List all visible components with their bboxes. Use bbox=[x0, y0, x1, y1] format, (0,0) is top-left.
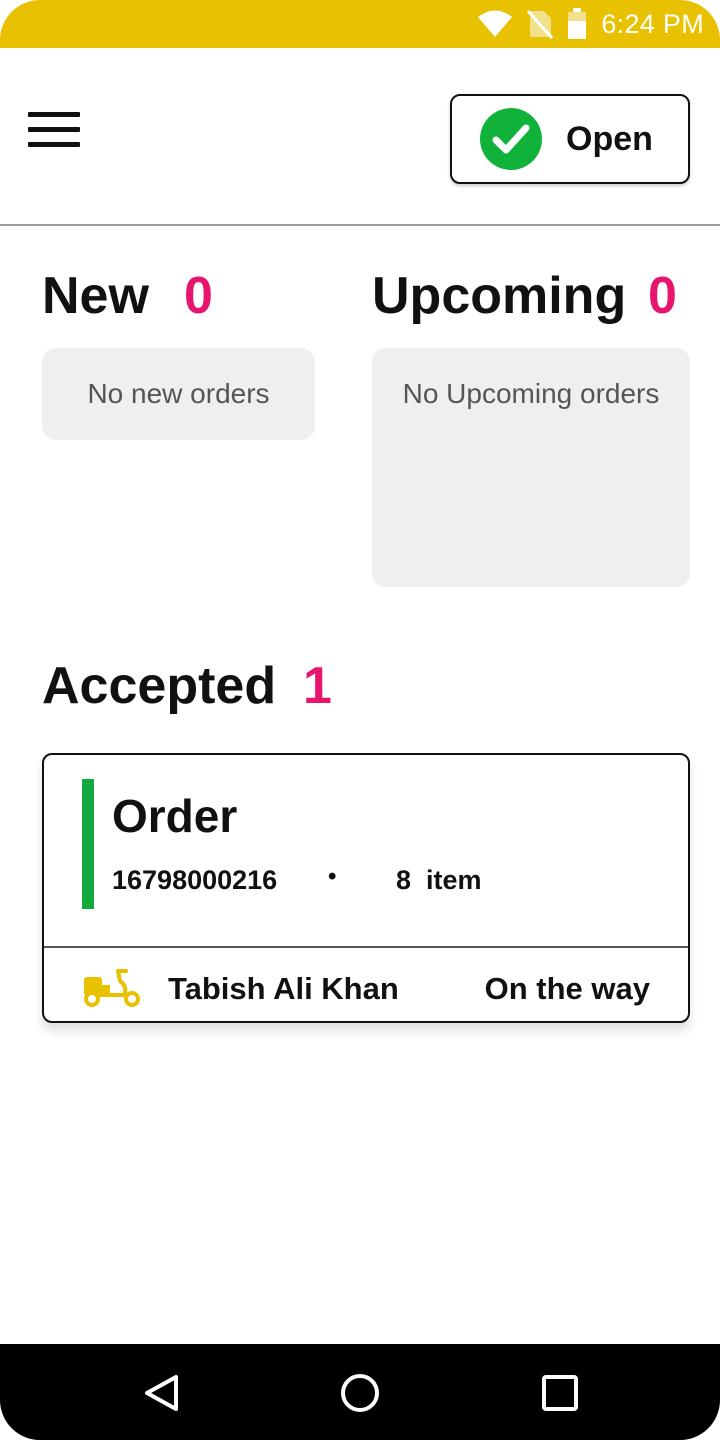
order-item-count: 8 item bbox=[396, 865, 482, 896]
scooter-icon bbox=[80, 967, 144, 1012]
new-orders-title: New bbox=[42, 267, 149, 325]
new-orders-count: 0 bbox=[184, 267, 213, 325]
no-sim-icon bbox=[527, 9, 554, 39]
order-delivery-status: On the way bbox=[484, 971, 650, 1006]
order-separator: • bbox=[328, 863, 337, 890]
status-time: 6:24 PM bbox=[601, 8, 704, 39]
hamburger-menu-icon[interactable] bbox=[28, 112, 84, 156]
upcoming-orders-empty-card: No Upcoming orders bbox=[372, 348, 690, 587]
back-icon[interactable] bbox=[138, 1368, 188, 1418]
order-title: Order bbox=[112, 790, 238, 842]
recents-icon[interactable] bbox=[535, 1368, 585, 1418]
store-open-toggle-button[interactable]: Open bbox=[450, 94, 690, 184]
upcoming-orders-count: 0 bbox=[648, 267, 677, 325]
status-bar: 6:24 PM bbox=[0, 0, 720, 48]
order-item-label: item bbox=[426, 865, 482, 895]
upcoming-orders-title: Upcoming bbox=[372, 267, 627, 325]
home-icon[interactable] bbox=[335, 1368, 385, 1418]
new-orders-empty-card: No new orders bbox=[42, 348, 315, 440]
order-card[interactable]: Order 16798000216 • 8 item Tabish Ali Kh… bbox=[42, 753, 690, 1023]
wifi-icon bbox=[477, 10, 513, 38]
system-nav-bar bbox=[0, 1344, 720, 1440]
accepted-orders-count: 1 bbox=[303, 657, 332, 715]
accepted-orders-title: Accepted bbox=[42, 657, 277, 715]
check-circle-icon bbox=[480, 108, 542, 170]
battery-icon bbox=[567, 8, 587, 40]
rider-name: Tabish Ali Khan bbox=[168, 971, 399, 1006]
order-divider bbox=[44, 946, 688, 948]
order-status-accent bbox=[82, 779, 94, 909]
store-status-label: Open bbox=[566, 119, 653, 158]
order-number: 16798000216 bbox=[112, 865, 278, 895]
new-orders-empty-text: No new orders bbox=[87, 378, 270, 409]
app-header: Open bbox=[0, 48, 720, 226]
upcoming-orders-empty-text: No Upcoming orders bbox=[402, 378, 660, 409]
order-item-number: 8 bbox=[396, 865, 412, 895]
